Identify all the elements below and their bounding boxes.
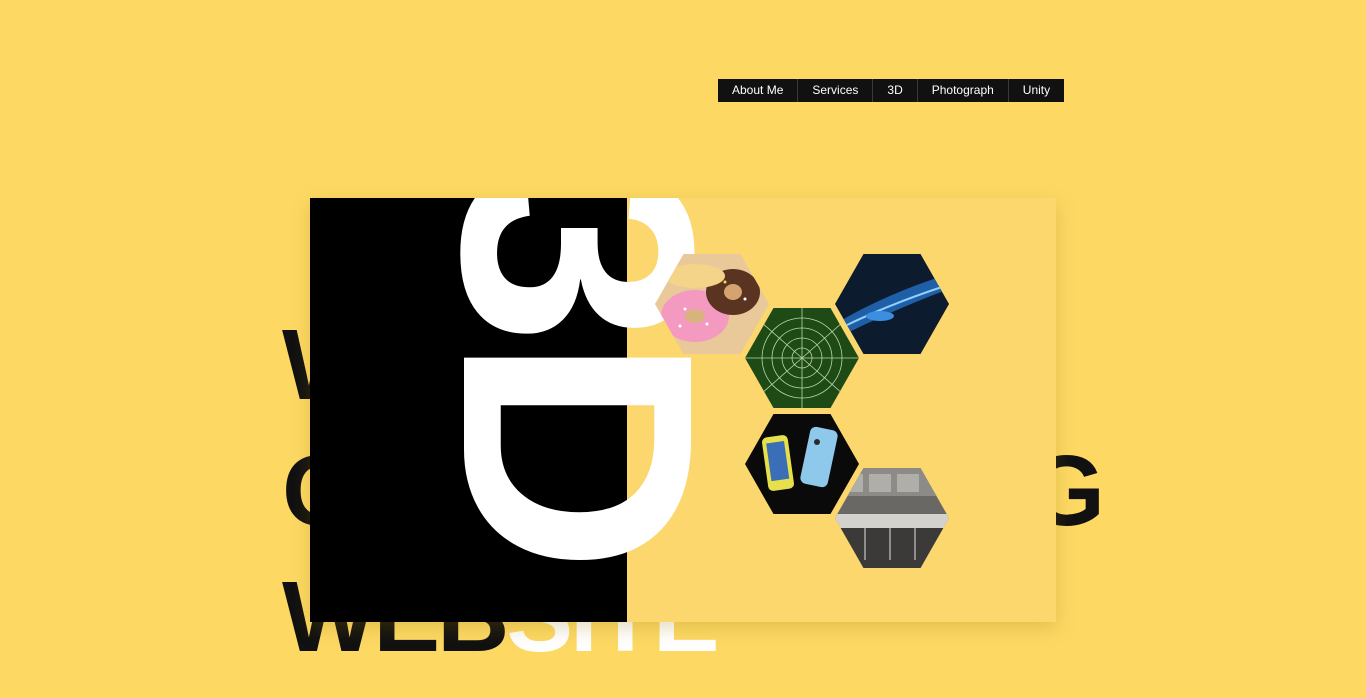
page: About Me Services 3D Photograph Unity W … [0,0,1366,698]
showcase-card: 3D [310,198,1056,622]
nav-item-about-me[interactable]: About Me [718,79,799,102]
nav-item-photograph[interactable]: Photograph [918,79,1009,102]
top-nav: About Me Services 3D Photograph Unity [718,79,1065,102]
card-black-panel [310,198,627,622]
nav-item-services[interactable]: Services [798,79,874,102]
nav-item-3d[interactable]: 3D [873,79,918,102]
nav-item-unity[interactable]: Unity [1009,79,1064,102]
